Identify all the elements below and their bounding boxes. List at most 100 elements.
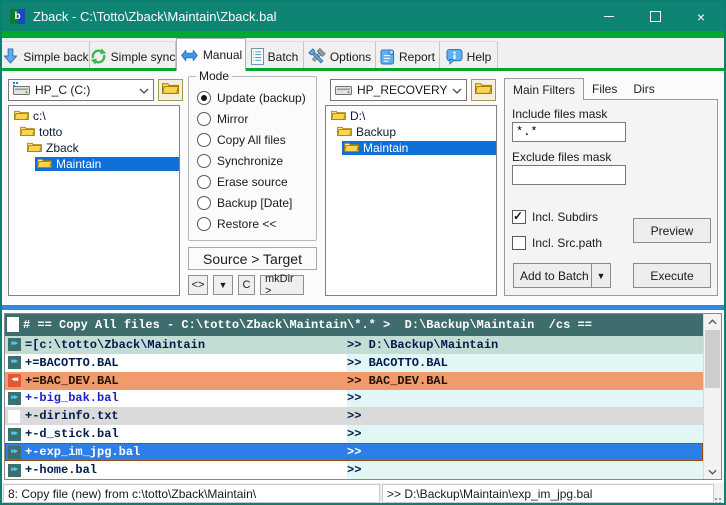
copy-forward-icon: ▶▶ xyxy=(5,336,23,354)
status-right: >> D:\Backup\Maintain\exp_im_jpg.bal xyxy=(382,484,714,503)
tree-item[interactable]: D:\ xyxy=(326,108,496,124)
file-source: +=BACOTTO.BAL xyxy=(23,354,347,372)
file-row[interactable]: ▶▶ +-home.bal >> xyxy=(5,461,703,479)
resize-grip-icon[interactable] xyxy=(719,498,721,500)
copy-forward-icon: ▶▶ xyxy=(5,443,23,461)
exclude-mask-label: Exclude files mask xyxy=(512,150,611,164)
file-row[interactable]: +-dirinfo.txt >> xyxy=(5,407,703,425)
incl-srcpath-checkbox[interactable]: Incl. Src.path xyxy=(512,236,602,250)
tree-item-selected[interactable]: Maintain xyxy=(9,156,179,172)
tree-item-selected[interactable]: Maintain xyxy=(326,140,496,156)
source-folder-tree: c:\ totto Zback Maintain xyxy=(8,105,180,296)
tab-files[interactable]: Files xyxy=(584,78,625,99)
file-row-conflict[interactable]: ◀◀ +=BAC_DEV.BAL >> BAC_DEV.BAL xyxy=(5,372,703,390)
file-target: >> xyxy=(347,425,703,443)
execute-button[interactable]: Execute xyxy=(633,263,711,288)
open-folder-icon xyxy=(20,125,35,139)
tab-simple-back[interactable]: Simple back xyxy=(2,41,90,71)
file-source: =[c:\totto\Zback\Maintain xyxy=(23,336,347,354)
checkbox-checked-icon xyxy=(512,210,526,224)
file-row-selected[interactable]: ▶▶ +-exp_im_jpg.bal >> xyxy=(5,443,703,461)
mode-synchronize[interactable]: Synchronize xyxy=(189,150,316,171)
open-folder-icon xyxy=(37,157,52,171)
mode-restore[interactable]: Restore << xyxy=(189,213,316,234)
help-bubble-icon xyxy=(446,48,463,65)
mode-erase-source[interactable]: Erase source xyxy=(189,171,316,192)
file-row[interactable]: ▶▶ +=BACOTTO.BAL >> BACOTTO.BAL xyxy=(5,354,703,372)
drive-icon xyxy=(335,83,352,98)
target-browse-button[interactable] xyxy=(471,79,496,101)
source-drive-select[interactable]: HP_C (C:) xyxy=(8,79,154,101)
copy-forward-icon: ▶▶ xyxy=(5,354,23,372)
c-button[interactable]: C xyxy=(238,275,255,295)
mode-mirror[interactable]: Mirror xyxy=(189,108,316,129)
splitter-bar[interactable] xyxy=(2,304,724,311)
copy-backward-icon: ◀◀ xyxy=(5,372,23,390)
open-folder-icon xyxy=(27,141,42,155)
window-controls: × xyxy=(586,2,724,31)
direction-label: Source > Target xyxy=(188,247,317,270)
open-folder-icon xyxy=(14,109,29,123)
dropdown-arrow-icon[interactable]: ▼ xyxy=(591,264,610,287)
file-row[interactable]: ▶▶ +-d_stick.bal >> xyxy=(5,425,703,443)
tab-options[interactable]: Options xyxy=(304,41,376,71)
mode-group-title: Mode xyxy=(196,69,232,83)
main-toolbar: Simple back Simple sync Manual xyxy=(2,38,724,71)
scroll-down-icon[interactable] xyxy=(704,464,721,479)
tab-batch[interactable]: Batch xyxy=(246,41,304,71)
filter-page: Include files mask Exclude files mask In… xyxy=(504,99,718,296)
open-folder-icon xyxy=(162,81,179,99)
tree-item[interactable]: Zback xyxy=(9,140,179,156)
vertical-scrollbar[interactable] xyxy=(703,314,721,479)
radio-icon xyxy=(197,175,211,189)
copy-forward-icon: ▶▶ xyxy=(5,425,23,443)
minimize-button[interactable] xyxy=(586,2,632,31)
triangle-down-icon: ▼ xyxy=(219,280,228,290)
titlebar: b Zback - C:\Totto\Zback\Maintain\Zback.… xyxy=(2,2,724,31)
tab-help[interactable]: Help xyxy=(440,41,498,71)
tree-item[interactable]: c:\ xyxy=(9,108,179,124)
tab-manual[interactable]: Manual xyxy=(176,38,246,71)
file-source: +-big_bak.bal xyxy=(23,390,347,408)
chevron-down-icon xyxy=(452,83,462,97)
tab-simple-sync[interactable]: Simple sync xyxy=(90,41,176,71)
scrollbar-thumb[interactable] xyxy=(705,330,720,388)
incl-subdirs-checkbox[interactable]: Incl. Subdirs xyxy=(512,210,598,224)
mode-backup-date[interactable]: Backup [Date] xyxy=(189,192,316,213)
arrow-left-right-icon xyxy=(180,49,199,62)
file-row[interactable]: ▶▶ +-big_bak.bal >> xyxy=(5,390,703,408)
mkdir-button[interactable]: mkDir > xyxy=(260,275,304,295)
tree-item[interactable]: totto xyxy=(9,124,179,140)
file-source: +-dirinfo.txt xyxy=(23,407,347,425)
exclude-mask-input[interactable] xyxy=(512,165,626,185)
minimize-icon xyxy=(604,16,614,17)
sync-arrows-icon xyxy=(90,48,107,65)
open-folder-icon xyxy=(337,125,352,139)
scroll-up-icon[interactable] xyxy=(704,314,721,329)
maximize-button[interactable] xyxy=(632,2,678,31)
close-button[interactable]: × xyxy=(678,2,724,31)
target-drive-select[interactable]: HP_RECOVERY (D:) xyxy=(330,79,467,101)
blank-icon xyxy=(7,317,19,332)
add-to-batch-button[interactable]: Add to Batch ▼ xyxy=(513,263,611,288)
source-browse-button[interactable] xyxy=(158,79,183,101)
tab-dirs[interactable]: Dirs xyxy=(625,78,662,99)
drive-icon xyxy=(13,82,30,98)
radio-icon xyxy=(197,133,211,147)
tab-main-filters[interactable]: Main Filters xyxy=(504,78,584,100)
preview-button[interactable]: Preview xyxy=(633,218,711,243)
file-source: +-home.bal xyxy=(23,461,347,479)
swap-button[interactable]: <> xyxy=(188,275,208,295)
mode-update-backup[interactable]: Update (backup) xyxy=(189,87,316,108)
file-target: >> xyxy=(347,461,703,479)
status-left: 8: Copy file (new) from c:\totto\Zback\M… xyxy=(3,484,380,503)
include-mask-input[interactable] xyxy=(512,122,626,142)
list-header-row[interactable]: # == Copy All files - C:\totto\Zback\Mai… xyxy=(5,314,703,336)
down-button[interactable]: ▼ xyxy=(213,275,233,295)
radio-icon xyxy=(197,112,211,126)
file-row[interactable]: ▶▶ =[c:\totto\Zback\Maintain >> D:\Backu… xyxy=(5,336,703,354)
tab-report[interactable]: Report xyxy=(376,41,440,71)
file-source: +-exp_im_jpg.bal xyxy=(23,443,347,461)
mode-copy-all-files[interactable]: Copy All files xyxy=(189,129,316,150)
tree-item[interactable]: Backup xyxy=(326,124,496,140)
